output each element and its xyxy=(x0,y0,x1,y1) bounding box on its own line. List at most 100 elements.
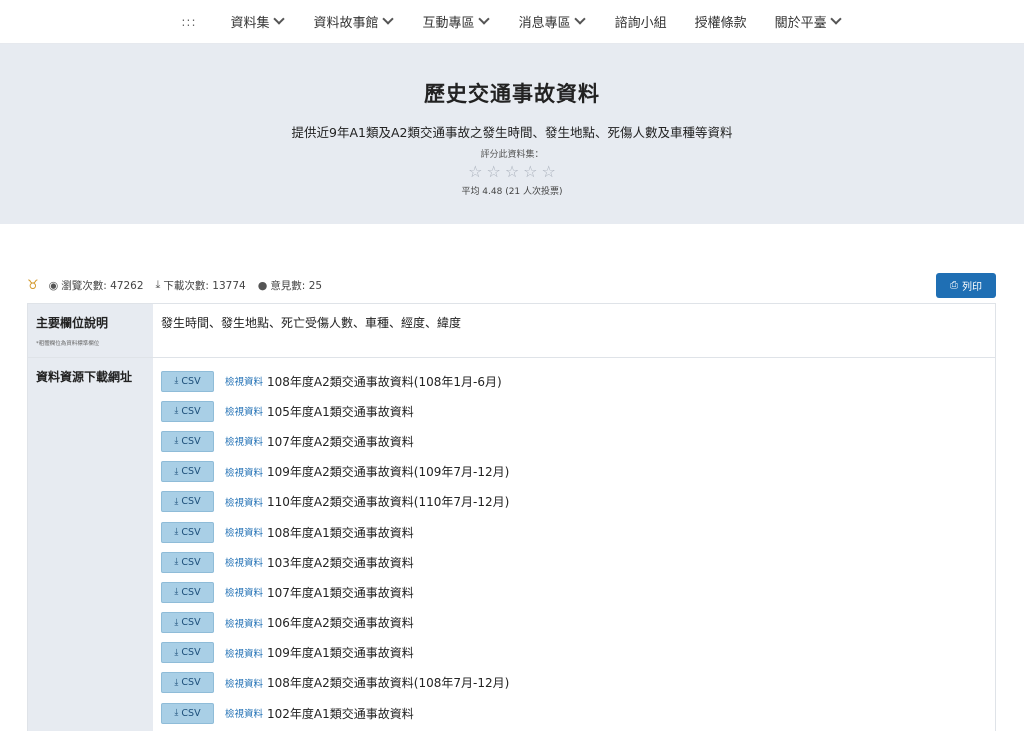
csv-label: CSV xyxy=(181,375,201,387)
csv-download-button[interactable]: ⤓ CSV xyxy=(161,521,214,543)
csv-download-button[interactable]: ⤓ CSV xyxy=(161,461,214,483)
fields-label: 主要欄位說明 xyxy=(36,316,109,330)
resource-item: ⤓ CSV 檢視資料 108年度A2類交通事故資料(108年1月-6月) xyxy=(161,366,987,396)
resource-name: 106年度A2類交通事故資料 xyxy=(267,616,414,631)
csv-download-button[interactable]: ⤓ CSV xyxy=(161,642,214,664)
csv-download-button[interactable]: ⤓ CSV xyxy=(161,612,214,634)
csv-label: CSV xyxy=(181,707,201,719)
resource-item: ⤓ CSV 檢視資料 109年度A2類交通事故資料(109年7月-12月) xyxy=(161,457,987,487)
download-icon: ⤓ xyxy=(174,496,179,507)
chevron-down-icon xyxy=(830,15,843,28)
csv-download-button[interactable]: ⤓ CSV xyxy=(161,672,214,694)
preview-link[interactable]: 檢視資料 xyxy=(225,646,263,660)
resource-item: ⤓ CSV 檢視資料 109年度A1類交通事故資料 xyxy=(161,638,987,668)
menu-dots-icon[interactable]: ::: xyxy=(181,15,196,29)
nav-item-label: 資料集 xyxy=(230,16,270,31)
resource-name: 107年度A2類交通事故資料 xyxy=(267,434,414,449)
csv-download-button[interactable]: ⤓ CSV xyxy=(161,551,214,573)
csv-label: CSV xyxy=(181,435,201,447)
download-icon: ⤓ xyxy=(174,587,179,598)
resource-item: ⤓ CSV 檢視資料 110年度A2類交通事故資料(110年7月-12月) xyxy=(161,487,987,517)
csv-download-button[interactable]: ⤓ CSV xyxy=(161,400,214,422)
rating-average: 平均 4.48 (21 人次投票) xyxy=(461,187,563,197)
print-label: 列印 xyxy=(962,281,982,293)
resource-item: ⤓ CSV 檢視資料 106年度A2類交通事故資料 xyxy=(161,608,987,638)
views-stat: ◉ 瀏覽次數: 47262 xyxy=(49,278,144,293)
download-icon: ⤓ xyxy=(174,647,179,658)
print-button[interactable]: ⎙ 列印 xyxy=(936,272,996,298)
nav-item-label: 消息專區 xyxy=(518,16,571,31)
star-icon[interactable]: ☆ xyxy=(505,163,519,180)
preview-link[interactable]: 檢視資料 xyxy=(225,374,263,388)
csv-download-button[interactable]: ⤓ CSV xyxy=(161,370,214,392)
download-icon: ⤓ xyxy=(155,278,161,291)
preview-link[interactable]: 檢視資料 xyxy=(225,616,263,630)
nav-item-2[interactable]: 互動專區 xyxy=(423,12,491,31)
nav-item-1[interactable]: 資料故事館 xyxy=(314,12,395,31)
star-icon[interactable]: ☆ xyxy=(468,163,482,180)
preview-link[interactable]: 檢視資料 xyxy=(225,676,263,690)
comments-count: 意見數: 25 xyxy=(270,279,323,292)
preview-link[interactable]: 檢視資料 xyxy=(225,434,263,448)
nav-item-4[interactable]: 諮詢小組 xyxy=(615,12,667,31)
download-icon: ⤓ xyxy=(174,466,179,477)
dataset-info-table: 主要欄位說明 *粗體欄位為資料標準欄位 發生時間、發生地點、死亡受傷人數、車種、… xyxy=(27,303,996,731)
downloads-stat: ⤓ 下載次數: 13774 xyxy=(156,278,246,293)
award-icon: ♉︎ xyxy=(27,277,39,293)
resource-name: 108年度A1類交通事故資料 xyxy=(267,525,414,540)
resource-name: 108年度A2類交通事故資料(108年7月-12月) xyxy=(267,676,510,691)
preview-link[interactable]: 檢視資料 xyxy=(225,465,263,479)
fields-row: 主要欄位說明 *粗體欄位為資料標準欄位 發生時間、發生地點、死亡受傷人數、車種、… xyxy=(28,304,995,358)
csv-label: CSV xyxy=(181,526,201,538)
csv-label: CSV xyxy=(181,586,201,598)
resource-item: ⤓ CSV 檢視資料 105年度A1類交通事故資料 xyxy=(161,396,987,426)
preview-link[interactable]: 檢視資料 xyxy=(225,555,263,569)
fields-note: *粗體欄位為資料標準欄位 xyxy=(36,341,100,347)
preview-link[interactable]: 檢視資料 xyxy=(225,706,263,720)
views-count: 瀏覽次數: 47262 xyxy=(61,279,144,292)
resource-item: ⤓ CSV 檢視資料 108年度A1類交通事故資料 xyxy=(161,517,987,547)
printer-icon: ⎙ xyxy=(950,279,958,291)
csv-download-button[interactable]: ⤓ CSV xyxy=(161,491,214,513)
nav-item-label: 關於平臺 xyxy=(774,16,827,31)
fields-value: 發生時間、發生地點、死亡受傷人數、車種、經度、緯度 xyxy=(161,316,462,330)
download-icon: ⤓ xyxy=(174,436,179,447)
comments-stat: ● 意見數: 25 xyxy=(258,278,322,293)
resource-list: ⤓ CSV 檢視資料 108年度A2類交通事故資料(108年1月-6月) ⤓ CSV 檢視資… xyxy=(161,366,987,728)
nav-item-3[interactable]: 消息專區 xyxy=(519,12,587,31)
nav-item-6[interactable]: 關於平臺 xyxy=(775,12,843,31)
preview-link[interactable]: 檢視資料 xyxy=(225,495,263,509)
resource-name: 105年度A1類交通事故資料 xyxy=(267,404,414,419)
preview-link[interactable]: 檢視資料 xyxy=(225,585,263,599)
star-icon[interactable]: ☆ xyxy=(486,163,500,180)
download-icon: ⤓ xyxy=(174,708,179,719)
chevron-down-icon xyxy=(273,15,286,28)
resources-row: 資料資源下載網址 ⤓ CSV 檢視資料 108年度A2類交通事故資料(108年1月-6… xyxy=(28,358,995,731)
download-icon: ⤓ xyxy=(174,677,179,688)
csv-label: CSV xyxy=(181,466,201,478)
resource-name: 107年度A1類交通事故資料 xyxy=(267,585,414,600)
resource-name: 102年度A1類交通事故資料 xyxy=(267,706,414,721)
page-subtitle: 提供近9年A1類及A2類交通事故之發生時間、發生地點、死傷人數及車種等資料 xyxy=(291,125,733,140)
star-icon[interactable]: ☆ xyxy=(542,163,556,180)
csv-download-button[interactable]: ⤓ CSV xyxy=(161,702,214,724)
download-icon: ⤓ xyxy=(174,557,179,568)
nav-item-5[interactable]: 授權條款 xyxy=(695,12,747,31)
resource-item: ⤓ CSV 檢視資料 107年度A1類交通事故資料 xyxy=(161,577,987,607)
csv-label: CSV xyxy=(181,617,201,629)
top-nav: ::: 資料集 資料故事館 互動專區 消息專區 諮詢小組 授權條款 關於平臺 xyxy=(0,0,1024,44)
download-icon: ⤓ xyxy=(174,376,179,387)
comments-icon: ● xyxy=(257,278,268,292)
csv-download-button[interactable]: ⤓ CSV xyxy=(161,430,214,452)
chevron-down-icon xyxy=(382,15,395,28)
csv-label: CSV xyxy=(181,677,201,689)
resource-name: 103年度A2類交通事故資料 xyxy=(267,555,414,570)
download-icon: ⤓ xyxy=(174,527,179,538)
csv-download-button[interactable]: ⤓ CSV xyxy=(161,581,214,603)
preview-link[interactable]: 檢視資料 xyxy=(225,525,263,539)
chevron-down-icon xyxy=(574,15,587,28)
preview-link[interactable]: 檢視資料 xyxy=(225,404,263,418)
resource-item: ⤓ CSV 檢視資料 108年度A2類交通事故資料(108年7月-12月) xyxy=(161,668,987,698)
star-icon[interactable]: ☆ xyxy=(523,163,537,180)
nav-item-0[interactable]: 資料集 xyxy=(231,12,286,31)
